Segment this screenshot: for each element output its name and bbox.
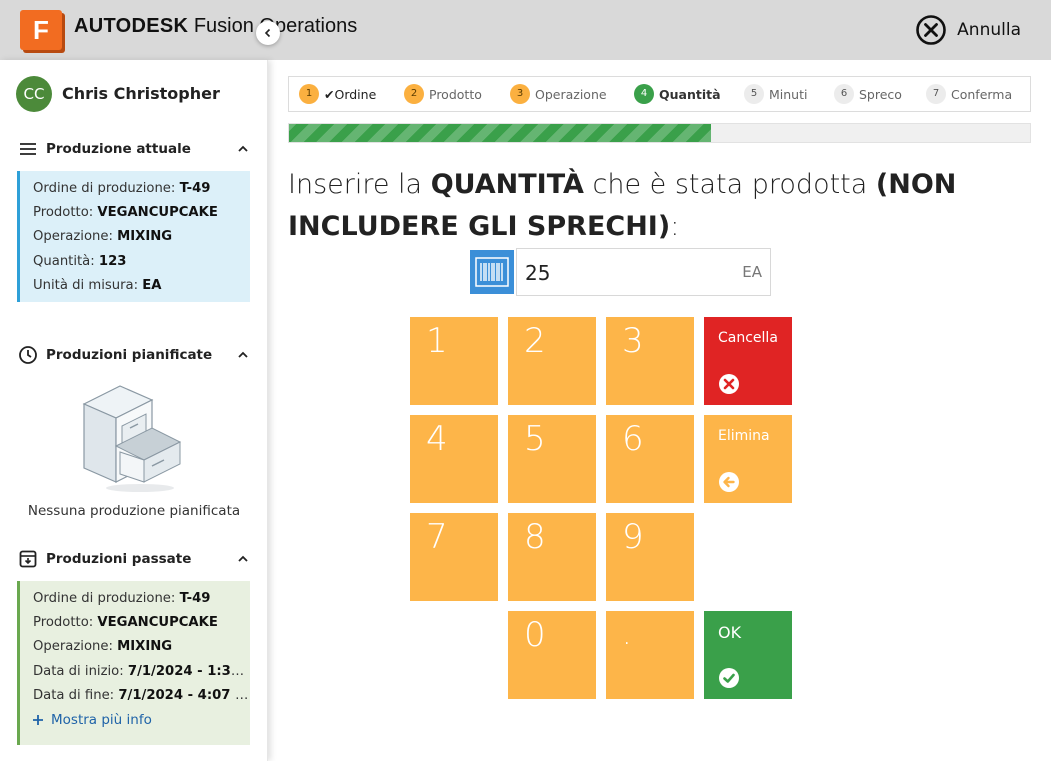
show-more-link[interactable]: Mostra più info [33, 712, 250, 728]
section-past-productions[interactable]: Produzioni passate [18, 547, 250, 571]
info-row: Quantità: 123 [33, 253, 127, 269]
step-label: Prodotto [429, 86, 482, 102]
top-bar: F AUTODESK Fusion Operations Annulla [0, 0, 1051, 60]
barcode-icon [475, 257, 509, 287]
quantity-input-row: 25 EA [470, 248, 771, 296]
close-circle-icon [916, 15, 946, 45]
info-row: Data di inizio: 7/1/2024 - 1:31 A… [33, 663, 250, 679]
step-label: Quantità [659, 86, 721, 102]
step-confirm[interactable]: 7 Conferma [926, 84, 1012, 104]
step-operation[interactable]: 3 Operazione [510, 84, 634, 104]
key-0[interactable]: 0 [508, 611, 596, 699]
key-4[interactable]: 4 [410, 415, 498, 503]
check-icon [719, 668, 739, 688]
info-row: Prodotto: VEGANCUPCAKE [33, 615, 218, 631]
step-order[interactable]: 1 ✔Ordine [299, 84, 404, 104]
clear-button[interactable]: Cancella [704, 317, 792, 405]
key-9[interactable]: 9 [606, 513, 694, 601]
progress-fill [289, 124, 712, 142]
step-number: 4 [634, 84, 654, 104]
menu-icon [20, 143, 36, 155]
step-number: 1 [299, 84, 319, 104]
archive-icon [19, 550, 37, 568]
avatar[interactable]: CC [16, 76, 52, 112]
section-planned-productions[interactable]: Produzioni pianificate [18, 343, 250, 367]
user-name: Chris Christopher [62, 84, 220, 103]
step-number: 3 [510, 84, 530, 104]
plus-icon [33, 715, 43, 726]
current-production-card: Ordine di produzione: T-49 Prodotto: VEG… [17, 171, 250, 302]
step-label: Operazione [535, 86, 607, 102]
step-label: ✔Ordine [324, 86, 377, 102]
past-production-card: Ordine di produzione: T-49 Prodotto: VEG… [17, 581, 250, 745]
ok-label: OK [718, 623, 742, 642]
quantity-value: 25 [525, 261, 551, 285]
key-7[interactable]: 7 [410, 513, 498, 601]
step-number: 5 [744, 84, 764, 104]
section-title: Produzioni pianificate [46, 347, 213, 363]
arrow-left-icon [719, 472, 739, 492]
ok-button[interactable]: OK [704, 611, 792, 699]
info-row: Operazione: MIXING [33, 229, 173, 245]
step-waste[interactable]: 6 Spreco [834, 84, 926, 104]
info-row: Unità di misura: EA [33, 277, 162, 293]
key-1[interactable]: 1 [410, 317, 498, 405]
chevron-up-icon[interactable] [236, 142, 250, 156]
key-5[interactable]: 5 [508, 415, 596, 503]
step-label: Minuti [769, 86, 808, 102]
step-label: Spreco [859, 86, 902, 102]
key-3[interactable]: 3 [606, 317, 694, 405]
quantity-unit: EA [742, 263, 762, 281]
empty-planned-text: Nessuna produzione pianificata [27, 503, 241, 519]
brand-name: AUTODESK [74, 15, 189, 37]
section-title: Produzione attuale [46, 141, 191, 157]
cancel-label: Annulla [957, 20, 1021, 40]
info-row: Data di fine: 7/1/2024 - 4:07 PM [33, 687, 250, 703]
fusion-logo: F [20, 10, 62, 50]
chevron-up-icon[interactable] [236, 348, 250, 362]
delete-button[interactable]: Elimina [704, 415, 792, 503]
delete-label: Elimina [718, 428, 770, 444]
step-number: 7 [926, 84, 946, 104]
key-decimal[interactable]: . [606, 611, 694, 699]
step-product[interactable]: 2 Prodotto [404, 84, 510, 104]
key-2[interactable]: 2 [508, 317, 596, 405]
collapse-sidebar-button[interactable] [256, 21, 280, 45]
info-row: Operazione: MIXING [33, 639, 173, 655]
key-6[interactable]: 6 [606, 415, 694, 503]
clock-icon [19, 346, 37, 364]
section-current-production[interactable]: Produzione attuale [18, 137, 250, 161]
show-more-label: Mostra più info [51, 712, 152, 729]
quantity-prompt: Inserire la QUANTITÀ che è stata prodott… [288, 169, 957, 242]
progress-bar [288, 123, 1031, 143]
step-quantity[interactable]: 4 Quantità [634, 84, 744, 104]
cancel-button[interactable]: Annulla [915, 14, 1021, 46]
info-row: Prodotto: VEGANCUPCAKE [33, 205, 218, 221]
sidebar: CC Chris Christopher Produzione attuale … [0, 60, 268, 761]
quantity-input[interactable]: 25 EA [516, 248, 771, 296]
info-row: Ordine di produzione: T-49 [33, 181, 211, 196]
step-number: 2 [404, 84, 424, 104]
clear-x-icon [719, 374, 739, 394]
file-cabinet-illustration [82, 385, 182, 492]
app-title: AUTODESK Fusion Operations [74, 15, 357, 38]
section-title: Produzioni passate [46, 551, 192, 567]
chevron-up-icon[interactable] [236, 552, 250, 566]
info-row: Ordine di produzione: T-49 [33, 591, 211, 606]
step-number: 6 [834, 84, 854, 104]
barcode-scan-button[interactable] [470, 250, 514, 294]
key-8[interactable]: 8 [508, 513, 596, 601]
clear-label: Cancella [718, 330, 778, 346]
step-label: Conferma [951, 86, 1013, 102]
wizard-stepper: 1 ✔Ordine 2 Prodotto 3 Operazione 4 Quan… [288, 76, 1031, 112]
chevron-left-icon [264, 28, 271, 38]
step-minutes[interactable]: 5 Minuti [744, 84, 834, 104]
